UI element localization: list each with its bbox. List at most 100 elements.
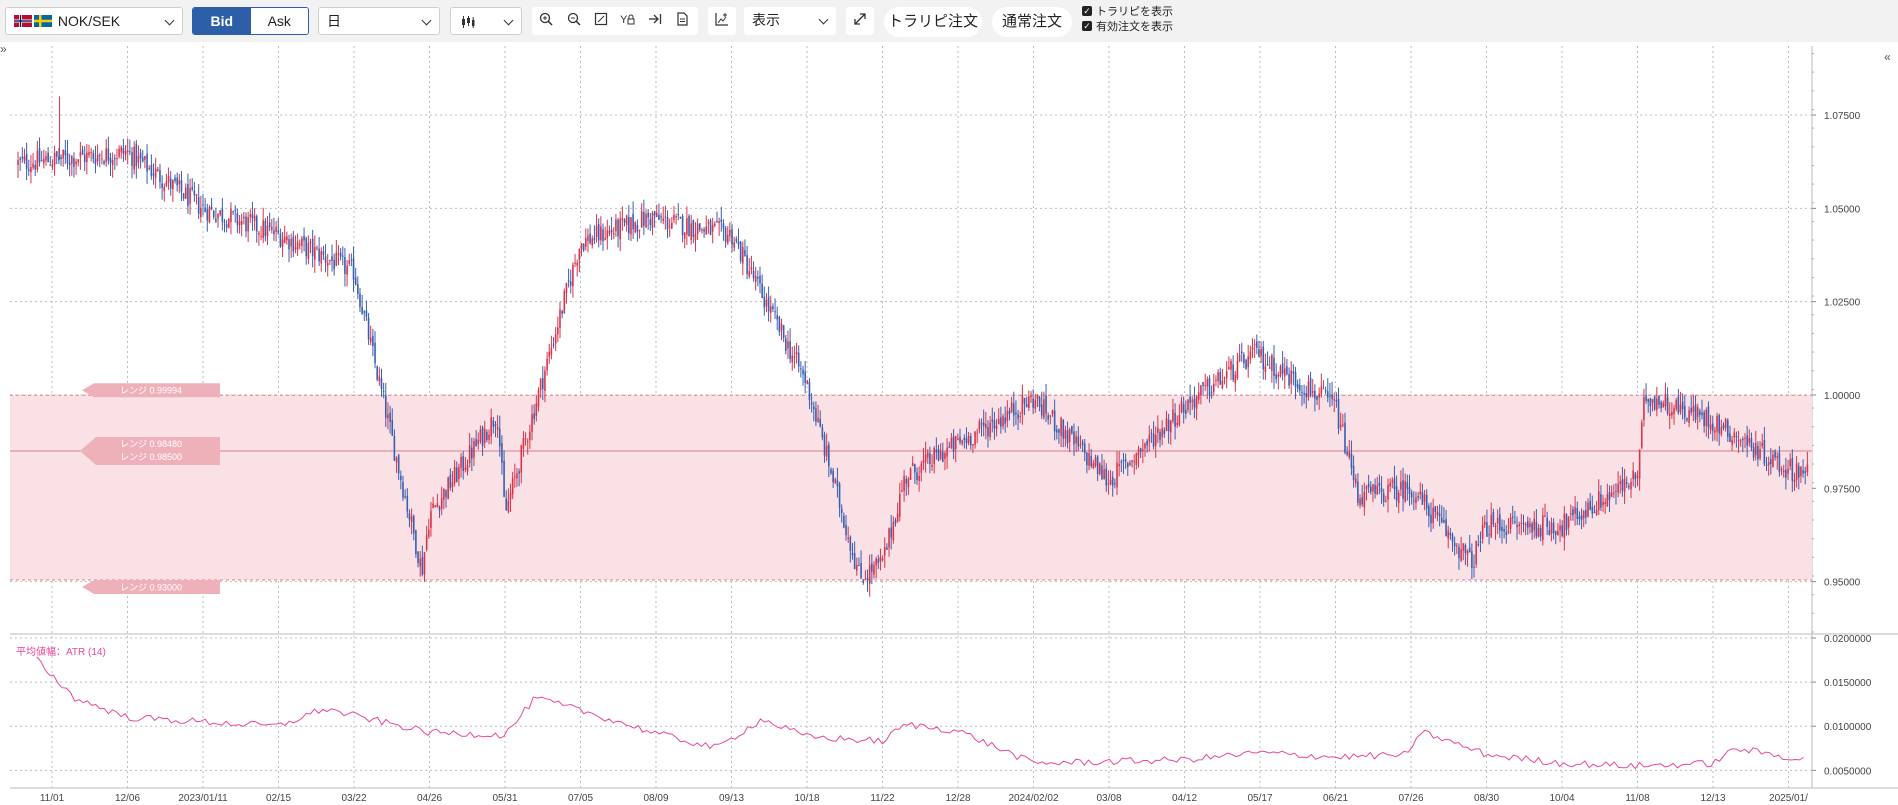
candle-body	[972, 444, 974, 446]
candle-body	[374, 342, 376, 364]
fit-screen-icon[interactable]	[587, 7, 615, 35]
candle-body	[969, 435, 972, 446]
candle-body	[1195, 396, 1198, 409]
candle-body	[522, 438, 525, 449]
candle-body	[1582, 511, 1585, 519]
candle-body	[432, 503, 434, 508]
candle-body	[1081, 441, 1084, 445]
candle-body	[634, 222, 637, 233]
candle-body	[1438, 513, 1441, 517]
zoom-in-icon[interactable]	[532, 7, 560, 35]
candle-body	[51, 164, 54, 168]
candle-body	[576, 262, 578, 266]
candle-body	[1554, 531, 1557, 535]
candle-body	[643, 212, 645, 226]
candle-body	[92, 152, 95, 159]
candle-body	[1415, 497, 1417, 504]
candle-body	[810, 402, 813, 405]
display-select[interactable]: 表示	[744, 7, 836, 35]
range-tag-mid2-text: レンジ 0.98500	[120, 452, 182, 462]
candle-body	[129, 151, 131, 153]
chart-type-select[interactable]	[450, 7, 522, 35]
candle-body	[30, 167, 32, 173]
candle-body	[1096, 456, 1099, 475]
candle-body	[1354, 478, 1357, 484]
normal-order-button[interactable]: 通常注文	[992, 7, 1072, 37]
jump-latest-icon[interactable]	[641, 7, 669, 35]
candle-body	[1331, 394, 1333, 400]
show-trailing-checkbox[interactable]: ✓ トラリピを表示	[1082, 6, 1173, 19]
candle-body	[419, 558, 421, 567]
candle-body	[318, 248, 320, 262]
candle-body	[346, 265, 348, 275]
zoom-out-icon[interactable]	[560, 7, 588, 35]
candle-body	[1578, 516, 1581, 519]
add-indicator-button[interactable]	[708, 7, 736, 35]
candle-body	[137, 155, 140, 163]
price-tick-label: 1.05000	[1824, 204, 1861, 215]
candle-body	[1619, 481, 1622, 484]
candle-body	[182, 193, 185, 199]
candle-body	[617, 219, 619, 237]
candle-body	[1475, 541, 1477, 565]
candle-body	[90, 152, 92, 154]
candle-body	[247, 217, 249, 232]
candle-body	[729, 229, 731, 237]
y-axis-lock-icon[interactable]: Y	[614, 7, 642, 35]
candle-body	[184, 187, 187, 199]
candle-body	[283, 236, 286, 244]
candle-body	[1036, 395, 1039, 399]
candle-body	[1204, 385, 1206, 387]
candle-body	[1243, 354, 1245, 364]
candle-body	[1699, 410, 1701, 416]
candle-body	[1023, 398, 1026, 404]
candle-body	[1714, 430, 1716, 433]
document-icon[interactable]	[668, 7, 696, 35]
candle-body	[1630, 481, 1632, 490]
candlestick-icon	[462, 16, 475, 29]
candle-body	[1200, 385, 1202, 395]
trailing-order-button[interactable]: トラリピ注文	[884, 7, 982, 37]
candle-body	[789, 341, 791, 360]
candle-body	[1550, 522, 1553, 534]
price-chart[interactable]: レンジ 0.99994 レンジ 0.98480 レンジ 0.98500 レンジ 0.9…	[0, 42, 1898, 805]
candle-body	[1739, 440, 1742, 442]
candle-body	[1804, 471, 1807, 473]
candle-body	[255, 216, 258, 232]
candle-body	[1748, 437, 1751, 444]
candle-body	[1101, 465, 1103, 479]
candle-body	[1004, 417, 1006, 424]
candle-body	[535, 403, 538, 416]
candle-body	[711, 224, 714, 232]
candle-body	[1260, 348, 1262, 357]
candle-body	[1219, 372, 1222, 385]
candle-body	[1645, 395, 1647, 401]
candle-body	[647, 212, 649, 218]
candle-body	[40, 160, 43, 162]
candle-body	[1288, 373, 1290, 386]
ask-button[interactable]: Ask	[250, 8, 308, 34]
candle-body	[926, 452, 929, 458]
candle-body	[341, 255, 344, 257]
currency-pair-select[interactable]: NOK/SEK	[5, 7, 183, 35]
candle-body	[447, 477, 449, 499]
candle-body	[1176, 422, 1179, 426]
candle-body	[1615, 490, 1617, 492]
bid-button[interactable]: Bid	[193, 8, 251, 34]
show-active-orders-checkbox[interactable]: ✓ 有効注文を表示	[1082, 21, 1173, 34]
candle-body	[1290, 370, 1293, 384]
candle-body	[608, 230, 611, 234]
candle-body	[1273, 357, 1275, 376]
candle-body	[1681, 401, 1684, 410]
candle-body	[1154, 434, 1157, 446]
candle-body	[1030, 395, 1032, 397]
candle-body	[804, 371, 806, 383]
candle-body	[1535, 521, 1538, 537]
candle-body	[180, 180, 183, 192]
candle-body	[1417, 496, 1419, 498]
candle-body	[1397, 492, 1400, 504]
fullscreen-button[interactable]	[846, 7, 874, 35]
candle-body	[1406, 482, 1409, 490]
candle-body	[1066, 430, 1069, 444]
period-select[interactable]: 日	[318, 7, 440, 35]
